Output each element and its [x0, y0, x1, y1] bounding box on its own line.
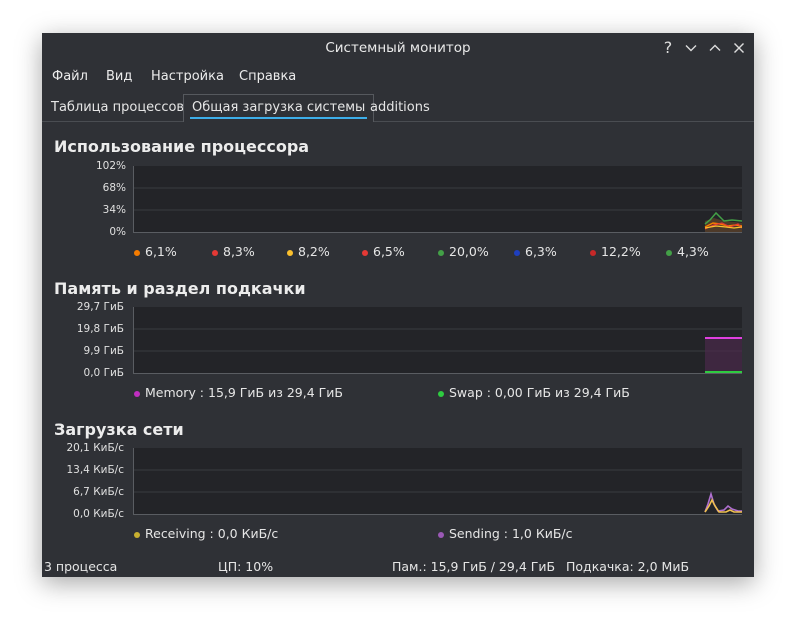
help-icon: ?: [663, 38, 673, 57]
legend-dot-icon: [134, 531, 140, 538]
cpu-history-plot: [133, 166, 743, 233]
tab-additions[interactable]: additions: [362, 95, 438, 120]
chevron-down-icon: [685, 45, 697, 52]
tab-label: Общая загрузка системы: [192, 100, 366, 115]
legend-dot-icon: [212, 249, 218, 256]
active-tab-indicator: [190, 117, 368, 119]
system-monitor-window: Системный монитор ? Файл Вид Настройка С…: [42, 33, 754, 577]
network-tick-label: 13,4 КиБ/с: [66, 464, 124, 476]
legend-dot-icon: [590, 249, 596, 256]
legend-label: 8,3%: [223, 244, 255, 259]
network-tick-label: 20,1 КиБ/с: [66, 442, 124, 454]
network-plot-svg: [134, 469, 742, 513]
legend-dot-icon: [134, 249, 140, 256]
memory-legend-item: Swap : 0,00 ГиБ из 29,4 ГиБ: [438, 385, 630, 400]
cpu-legend-item: 6,3%: [514, 244, 557, 259]
legend-dot-icon: [134, 390, 140, 397]
cpu-tick-label: 102%: [95, 160, 126, 172]
legend-label: 4,3%: [677, 244, 709, 259]
legend-dot-icon: [514, 249, 520, 256]
legend-dot-icon: [287, 249, 293, 256]
cpu-legend-item: 8,2%: [287, 244, 330, 259]
chevron-up-icon: [709, 44, 721, 51]
status-cpu: ЦП: 10%: [218, 559, 274, 574]
memory-tick-label: 9,9 ГиБ: [83, 345, 124, 357]
network-legend-item: Receiving : 0,0 КиБ/с: [134, 526, 278, 541]
legend-dot-icon: [666, 249, 672, 256]
close-icon: [734, 43, 744, 53]
memory-tick-label: 0,0 ГиБ: [83, 367, 124, 379]
legend-label: 6,1%: [145, 244, 177, 259]
window-title: Системный монитор: [325, 40, 471, 56]
close-button[interactable]: [729, 37, 749, 59]
help-button[interactable]: ?: [658, 37, 678, 59]
legend-label: 6,3%: [525, 244, 557, 259]
network-legend-item: Sending : 1,0 КиБ/с: [438, 526, 572, 541]
legend-label: 6,5%: [373, 244, 405, 259]
memory-legend-item: Memory : 15,9 ГиБ из 29,4 ГиБ: [134, 385, 343, 400]
cpu-legend-item: 4,3%: [666, 244, 709, 259]
network-history-plot: [133, 448, 742, 515]
tab-system-load[interactable]: Общая загрузка системы: [183, 94, 375, 122]
memory-usage-area: [705, 338, 742, 373]
network-section-title: Загрузка сети: [54, 420, 184, 439]
menu-bar: Файл Вид Настройка Справка: [42, 67, 754, 89]
memory-plot-svg: [134, 328, 742, 373]
tab-label: additions: [370, 100, 430, 115]
legend-label: Swap : 0,00 ГиБ из 29,4 ГиБ: [449, 385, 630, 400]
menu-help[interactable]: Справка: [239, 69, 296, 84]
maximize-button[interactable]: [705, 37, 725, 59]
cpu-tick-label: 34%: [102, 204, 126, 216]
legend-dot-icon: [438, 390, 444, 397]
legend-label: 12,2%: [601, 244, 641, 259]
cpu-legend-item: 6,5%: [362, 244, 405, 259]
cpu-legend-item: 12,2%: [590, 244, 641, 259]
tab-process-table[interactable]: Таблица процессов: [43, 95, 192, 120]
memory-tick-label: 29,7 ГиБ: [76, 301, 124, 313]
menu-settings[interactable]: Настройка: [151, 69, 224, 84]
legend-label: Receiving : 0,0 КиБ/с: [145, 526, 279, 541]
status-process-count: 3 процесса: [44, 559, 118, 574]
menu-view[interactable]: Вид: [106, 69, 132, 84]
cpu-plot-svg: [134, 187, 743, 232]
legend-dot-icon: [438, 531, 444, 538]
menu-file[interactable]: Файл: [52, 69, 88, 84]
legend-label: Memory : 15,9 ГиБ из 29,4 ГиБ: [145, 385, 343, 400]
legend-label: Sending : 1,0 КиБ/с: [449, 526, 573, 541]
memory-history-plot: [133, 307, 742, 374]
legend-label: 20,0%: [449, 244, 489, 259]
tab-bar: Таблица процессов Общая загрузка системы…: [42, 93, 754, 122]
legend-dot-icon: [362, 249, 368, 256]
memory-tick-label: 19,8 ГиБ: [76, 323, 124, 335]
status-swap: Подкачка: 2,0 МиБ: [566, 559, 690, 574]
status-memory: Пам.: 15,9 ГиБ / 29,4 ГиБ: [392, 559, 556, 574]
cpu-legend-item: 6,1%: [134, 244, 177, 259]
network-tick-label: 0,0 КиБ/с: [73, 508, 124, 520]
title-bar: Системный монитор ?: [42, 33, 754, 63]
cpu-legend-item: 8,3%: [212, 244, 255, 259]
memory-section-title: Память и раздел подкачки: [54, 279, 306, 298]
network-tick-label: 6,7 КиБ/с: [73, 486, 124, 498]
tab-label: Таблица процессов: [51, 100, 185, 115]
cpu-tick-label: 68%: [102, 182, 126, 194]
cpu-legend-item: 20,0%: [438, 244, 489, 259]
cpu-tick-label: 0%: [109, 226, 126, 238]
legend-dot-icon: [438, 249, 444, 256]
minimize-button[interactable]: [681, 37, 701, 59]
cpu-section-title: Использование процессора: [54, 137, 310, 156]
legend-label: 8,2%: [298, 244, 330, 259]
